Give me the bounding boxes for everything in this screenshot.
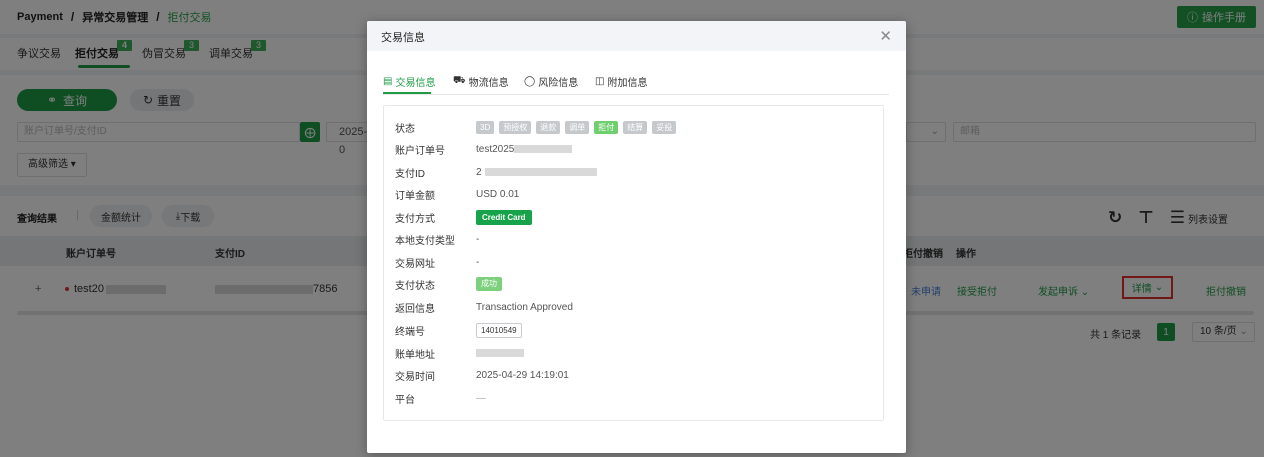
field-value: USD 0.01 [476,188,520,200]
pay-status-tag: 成功 [476,277,502,291]
truck-icon: ⛟ [453,75,466,86]
field-label: 支付状态 [395,280,435,292]
field-label: 账单地址 [395,349,435,361]
redacted-block [476,349,524,357]
field-label: 状态 [395,123,415,135]
field-label: 交易网址 [395,258,435,270]
field-value: — [476,392,486,404]
tab-label: 交易信息 [395,78,436,89]
shield-icon: ◯ [524,76,536,87]
tab-label: 风险信息 [538,78,579,89]
field-label: 交易时间 [395,371,435,383]
field-label: 返回信息 [395,303,435,315]
status-tag-delivered: 妥投 [652,120,677,134]
field-label: 平台 [395,394,415,406]
field-value: test2025 [476,143,573,155]
field-value: 2 [476,167,597,178]
transaction-details-panel: 状态 3D 预授权 退款 调单 拒付 结算 妥投 账户订单号 test2025 … [383,105,884,421]
field-label: 账户订单号 [395,145,445,157]
tab-logistics-info[interactable]: ⛟ 物流信息 [453,74,509,89]
redacted-block [514,145,573,153]
field-label: 支付ID [395,168,425,180]
field-label: 订单金额 [395,190,435,202]
field-value [476,349,524,357]
list-icon: ▤ [383,76,393,87]
tab-risk-info[interactable]: ◯ 风险信息 [524,74,578,89]
file-icon: ◫ [595,76,605,87]
close-icon[interactable]: ✕ [879,29,892,44]
field-value: Transaction Approved [476,301,573,313]
pay-id-value: 2 [476,166,482,178]
tab-label: 物流信息 [468,78,509,89]
field-value: 2025-04-29 14:19:01 [476,369,569,381]
tab-additional-info[interactable]: ◫ 附加信息 [595,74,647,89]
field-label: 本地支付类型 [395,235,455,247]
modal-header: 交易信息 ✕ [367,21,906,51]
tab-label: 附加信息 [607,78,648,89]
transaction-info-modal: 交易信息 ✕ ▤ 交易信息 ⛟ 物流信息 ◯ 风险信息 ◫ 附加信息 状态 3D… [367,21,906,453]
status-tag-retrieval: 调单 [565,120,590,134]
redacted-block [484,168,597,176]
modal-tabs: ▤ 交易信息 ⛟ 物流信息 ◯ 风险信息 ◫ 附加信息 [383,68,889,95]
field-value: 成功 [476,277,502,291]
active-tab-indicator [383,92,431,94]
field-value: - [476,256,480,268]
field-value: 14010549 [476,322,522,338]
field-value: - [476,233,480,245]
modal-title: 交易信息 [381,32,425,44]
terminal-tag: 14010549 [476,322,522,338]
status-tag-3d: 3D [476,120,495,134]
field-label: 终端号 [395,326,425,338]
order-no-value: test2025 [476,143,515,155]
field-label: 支付方式 [395,213,435,225]
field-value: Credit Card [476,209,532,225]
status-tag-preauth: 预授权 [499,120,532,134]
tab-transaction-info[interactable]: ▤ 交易信息 [383,74,435,89]
status-tags: 3D 预授权 退款 调单 拒付 结算 妥投 [476,120,677,134]
status-tag-chargeback: 拒付 [594,120,619,134]
pay-method-tag: Credit Card [476,209,532,225]
status-tag-refund: 退款 [536,120,561,134]
status-tag-settled: 结算 [623,120,648,134]
